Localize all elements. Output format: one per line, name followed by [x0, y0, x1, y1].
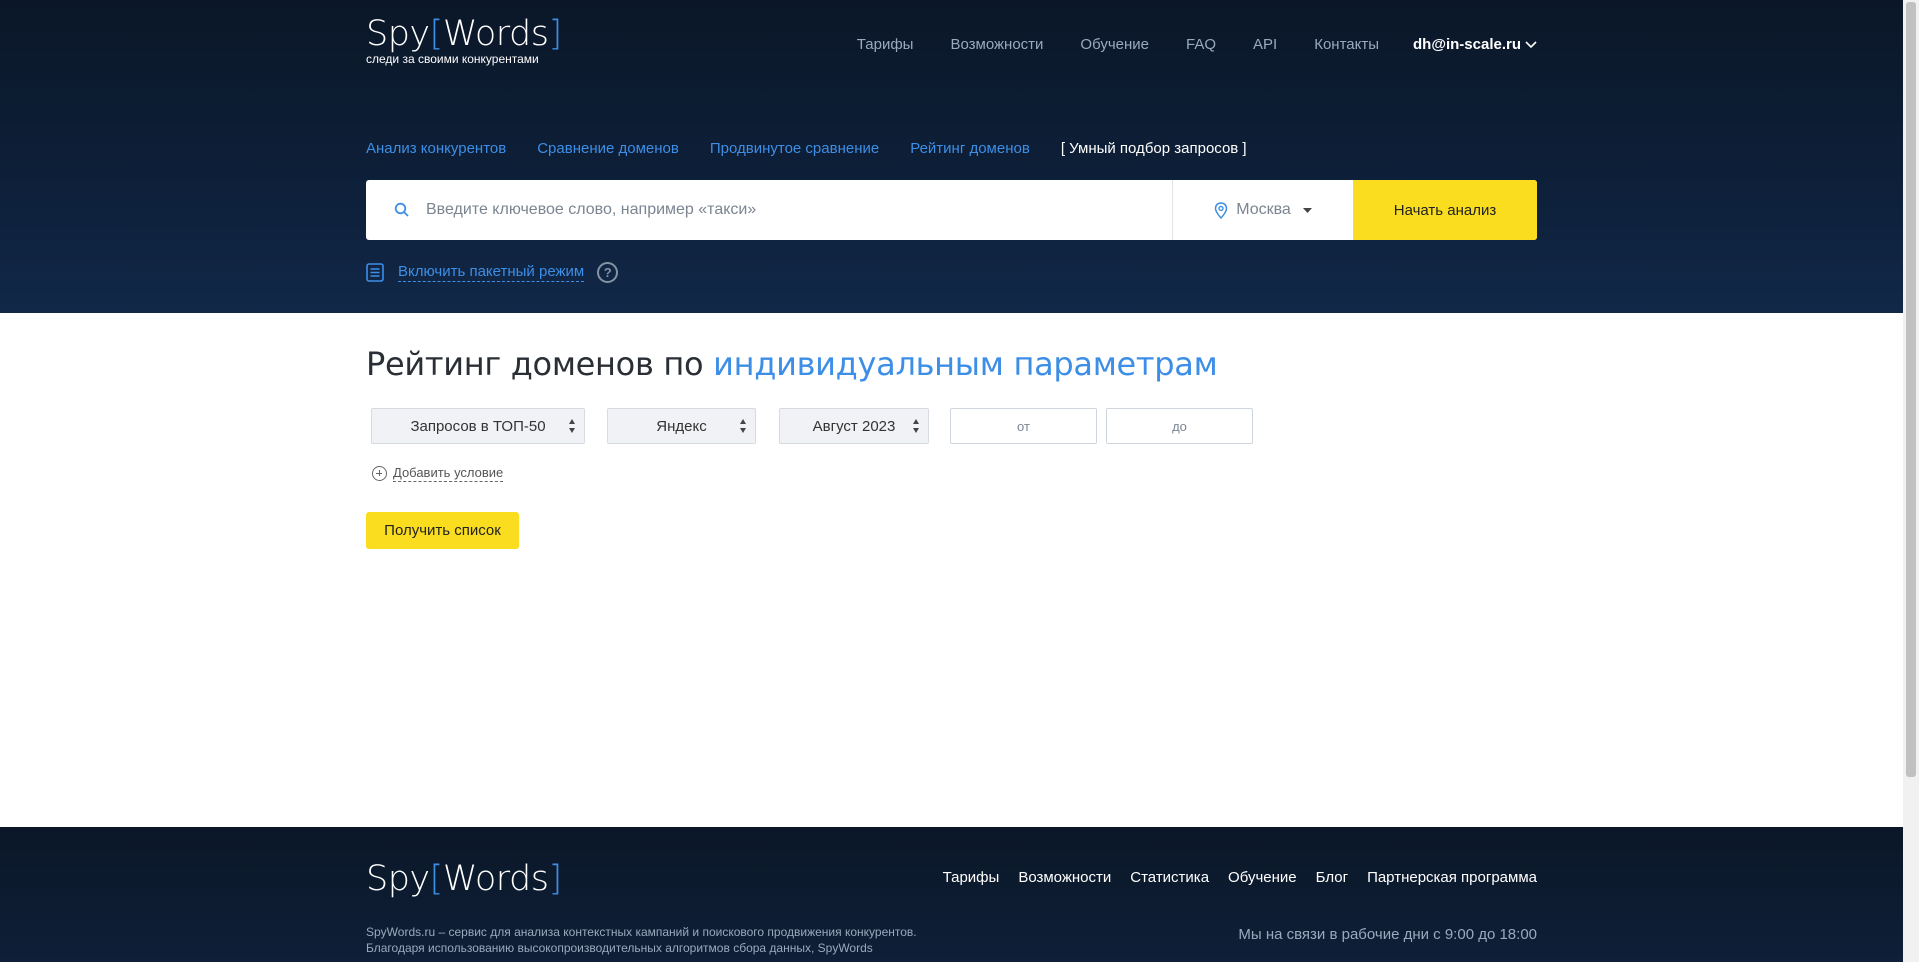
scrollbar-thumb[interactable]: [1906, 2, 1916, 777]
footer-link-learning[interactable]: Обучение: [1228, 869, 1297, 886]
logo-wordmark: Spy[Words]: [366, 14, 562, 54]
footer-link-blog[interactable]: Блог: [1316, 869, 1348, 886]
page: Spy[Words] следи за своими конкурентами …: [0, 0, 1903, 962]
nav-link-features[interactable]: Возможности: [950, 36, 1043, 53]
logo[interactable]: Spy[Words] следи за своими конкурентами: [366, 14, 562, 66]
engine-select[interactable]: Яндекс: [607, 408, 756, 444]
search-field: [366, 180, 1173, 240]
footer-link-tariffs[interactable]: Тарифы: [943, 869, 1000, 886]
nav-link-tariffs[interactable]: Тарифы: [857, 36, 914, 53]
logo-tagline: следи за своими конкурентами: [366, 52, 539, 66]
region-select[interactable]: Москва: [1173, 180, 1353, 240]
period-select[interactable]: Август 2023: [779, 408, 929, 444]
search-icon: [394, 202, 409, 217]
tab-smart-keywords[interactable]: [ Умный подбор запросов ]: [1061, 140, 1247, 157]
footer-link-partners[interactable]: Партнерская программа: [1367, 869, 1537, 886]
search-bar: Москва Начать анализ: [366, 180, 1537, 240]
nav-link-faq[interactable]: FAQ: [1186, 36, 1216, 53]
batch-mode: Включить пакетный режим ?: [366, 262, 619, 283]
user-menu[interactable]: dh@in-scale.ru: [1413, 36, 1537, 53]
plus-circle-icon: [372, 466, 387, 481]
region-label: Москва: [1236, 201, 1291, 218]
top-nav: Тарифы Возможности Обучение FAQ API Конт…: [820, 36, 1537, 53]
batch-mode-toggle[interactable]: Включить пакетный режим: [398, 263, 585, 282]
footer-desc-line: Благодаря использованию высокопроизводит…: [366, 941, 873, 955]
search-input[interactable]: [426, 201, 1026, 219]
support-hours: Мы на связи в рабочие дни с 9:00 до 18:0…: [1238, 926, 1537, 943]
engine-select-value: Яндекс: [656, 417, 707, 435]
footer-nav: Тарифы Возможности Статистика Обучение Б…: [924, 869, 1537, 886]
user-email: dh@in-scale.ru: [1413, 36, 1521, 53]
header: Spy[Words] следи за своими конкурентами …: [0, 0, 1903, 313]
footer-link-statistics[interactable]: Статистика: [1130, 869, 1209, 886]
footer-logo[interactable]: Spy[Words]: [366, 859, 562, 899]
max-value-input[interactable]: [1106, 408, 1253, 444]
scrollbar[interactable]: [1903, 0, 1919, 962]
footer-desc-line: SpyWords.ru – сервис для анализа контекс…: [366, 925, 917, 939]
filter-row: Запросов в ТОП-50 Яндекс Август 2023: [371, 408, 1253, 444]
add-condition-button[interactable]: Добавить условие: [372, 465, 504, 482]
caret-down-icon: [1302, 207, 1312, 213]
metric-select-value: Запросов в ТОП-50: [410, 417, 546, 435]
footer: Spy[Words] Тарифы Возможности Статистика…: [0, 827, 1903, 962]
footer-description: SpyWords.ru – сервис для анализа контекс…: [366, 924, 966, 956]
add-condition-label: Добавить условие: [393, 465, 504, 482]
start-analysis-button[interactable]: Начать анализ: [1353, 180, 1537, 240]
metric-select[interactable]: Запросов в ТОП-50: [371, 408, 585, 444]
tab-competitor-analysis[interactable]: Анализ конкурентов: [366, 140, 506, 157]
nav-link-api[interactable]: API: [1253, 36, 1277, 53]
location-pin-icon: [1214, 201, 1228, 219]
get-list-button[interactable]: Получить список: [366, 512, 519, 549]
footer-link-features[interactable]: Возможности: [1018, 869, 1111, 886]
nav-link-contacts[interactable]: Контакты: [1314, 36, 1379, 53]
period-select-value: Август 2023: [812, 417, 896, 435]
tab-domain-rating[interactable]: Рейтинг доменов: [910, 140, 1030, 157]
page-title: Рейтинг доменов по индивидуальным параме…: [366, 345, 1218, 383]
min-value-input[interactable]: [950, 408, 1097, 444]
nav-link-learning[interactable]: Обучение: [1080, 36, 1149, 53]
tool-tabs: Анализ конкурентов Сравнение доменов Про…: [366, 140, 1247, 157]
list-icon: [366, 263, 384, 282]
tab-advanced-comparison[interactable]: Продвинутое сравнение: [710, 140, 879, 157]
help-icon[interactable]: ?: [597, 262, 619, 283]
tab-domain-comparison[interactable]: Сравнение доменов: [537, 140, 679, 157]
chevron-down-icon: [1525, 40, 1537, 48]
